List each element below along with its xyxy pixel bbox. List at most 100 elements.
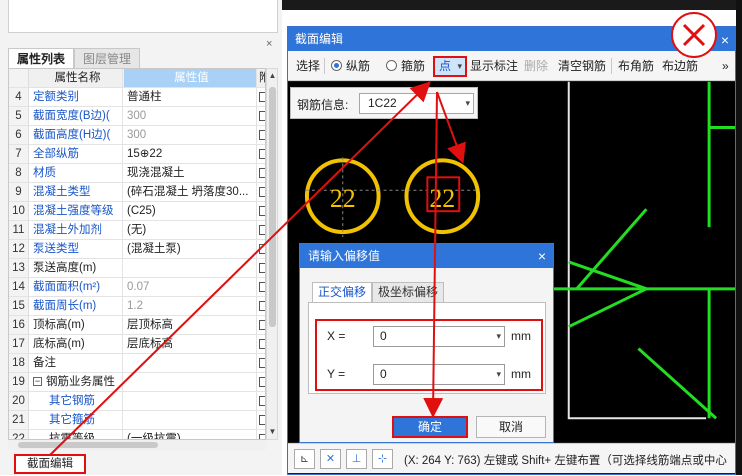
- table-row[interactable]: 9 混凝土类型 (碎石混凝土 坍落度30...: [9, 183, 265, 202]
- rebar-info-combo[interactable]: 1C22 ▾: [359, 93, 474, 114]
- offset-icon[interactable]: ⊹: [372, 449, 393, 469]
- chevron-down-icon[interactable]: ▾: [465, 94, 470, 113]
- more-icon[interactable]: »: [722, 58, 729, 74]
- vertical-scrollbar[interactable]: ▲ ▼: [266, 68, 278, 440]
- y-offset-input[interactable]: 0 ▾: [373, 364, 505, 385]
- longitudinal-radio[interactable]: 纵筋: [331, 58, 370, 74]
- table-row[interactable]: 4 定额类别 普通柱: [9, 88, 265, 107]
- table-row[interactable]: 16 顶标高(m) 层顶标高: [9, 316, 265, 335]
- property-value[interactable]: 0.07: [124, 278, 257, 296]
- checkbox-icon[interactable]: [259, 358, 265, 368]
- table-row[interactable]: 17 底标高(m) 层底标高: [9, 335, 265, 354]
- property-value[interactable]: 普通柱: [124, 88, 257, 106]
- close-icon[interactable]: ×: [538, 244, 546, 268]
- property-value[interactable]: [124, 392, 257, 410]
- collapse-icon[interactable]: −: [33, 377, 42, 387]
- horizontal-scrollbar[interactable]: [8, 440, 266, 450]
- property-value[interactable]: 层顶标高: [124, 316, 257, 334]
- cancel-button[interactable]: 取消: [476, 416, 546, 438]
- property-value[interactable]: 300: [124, 126, 257, 144]
- ok-button[interactable]: 确定: [392, 416, 468, 438]
- table-row[interactable]: 5 截面宽度(B边)(300: [9, 107, 265, 126]
- checkbox-icon[interactable]: [259, 111, 265, 121]
- attach-checkbox[interactable]: [259, 107, 265, 125]
- table-row[interactable]: 10 混凝土强度等级 (C25): [9, 202, 265, 221]
- perpendicular-icon[interactable]: ⊥: [346, 449, 367, 469]
- section-edit-title-bar[interactable]: 截面编辑 ×: [288, 27, 735, 51]
- attach-checkbox[interactable]: [259, 202, 265, 220]
- checkbox-icon[interactable]: [259, 377, 265, 387]
- edge-rebar-button[interactable]: 布边筋: [662, 58, 698, 74]
- clear-rebar-button[interactable]: 清空钢筋: [558, 58, 606, 74]
- section-edit-tab[interactable]: 截面编辑: [14, 454, 86, 474]
- property-value[interactable]: [124, 354, 257, 372]
- checkbox-icon[interactable]: [259, 244, 265, 254]
- close-badge-icon[interactable]: [671, 12, 717, 58]
- attach-checkbox[interactable]: [259, 88, 265, 106]
- dialog-title-bar[interactable]: 请输入偏移值 ×: [300, 244, 553, 268]
- table-row[interactable]: 13 泵送高度(m): [9, 259, 265, 278]
- stirrup-radio[interactable]: 箍筋: [386, 58, 425, 74]
- checkbox-icon[interactable]: [259, 282, 265, 292]
- checkbox-icon[interactable]: [259, 415, 265, 425]
- property-value[interactable]: 层底标高: [124, 335, 257, 353]
- table-row[interactable]: 15 截面周长(m) 1.2: [9, 297, 265, 316]
- checkbox-icon[interactable]: [259, 301, 265, 311]
- attach-checkbox[interactable]: [259, 297, 265, 315]
- ortho-icon[interactable]: ⊾: [294, 449, 315, 469]
- property-value[interactable]: (碎石混凝土 坍落度30...: [124, 183, 257, 201]
- property-value[interactable]: [124, 411, 257, 429]
- checkbox-icon[interactable]: [259, 168, 265, 178]
- checkbox-icon[interactable]: [259, 339, 265, 349]
- property-value[interactable]: 1.2: [124, 297, 257, 315]
- delete-button[interactable]: 删除: [524, 58, 548, 74]
- attach-checkbox[interactable]: [259, 164, 265, 182]
- property-value[interactable]: (一级抗震): [124, 430, 257, 439]
- attach-checkbox[interactable]: [259, 354, 265, 372]
- checkbox-icon[interactable]: [259, 320, 265, 330]
- x-offset-input[interactable]: 0 ▾: [373, 326, 505, 347]
- table-row[interactable]: 11 混凝土外加剂 (无): [9, 221, 265, 240]
- scroll-thumb-horizontal[interactable]: [18, 442, 158, 448]
- corner-rebar-button[interactable]: 布角筋: [618, 58, 654, 74]
- attach-checkbox[interactable]: [259, 126, 265, 144]
- table-row[interactable]: 18 备注: [9, 354, 265, 373]
- close-icon[interactable]: ×: [266, 38, 272, 50]
- table-row[interactable]: 12 泵送类型 (混凝土泵): [9, 240, 265, 259]
- checkbox-icon[interactable]: [259, 130, 265, 140]
- property-value[interactable]: 15⊕22: [124, 145, 257, 163]
- property-value[interactable]: 300: [124, 107, 257, 125]
- table-row[interactable]: 22 抗震等级 (一级抗震): [9, 430, 265, 439]
- attach-checkbox[interactable]: [259, 392, 265, 410]
- checkbox-icon[interactable]: [259, 149, 265, 159]
- table-row[interactable]: 8 材质 现浇混凝土: [9, 164, 265, 183]
- table-row[interactable]: 21 其它箍筋: [9, 411, 265, 430]
- property-value[interactable]: [124, 373, 257, 391]
- point-dropdown-button[interactable]: 点 ▾: [433, 56, 467, 77]
- attach-checkbox[interactable]: [259, 411, 265, 429]
- attach-checkbox[interactable]: [259, 145, 265, 163]
- checkbox-icon[interactable]: [259, 92, 265, 102]
- table-row[interactable]: 14 截面面积(m²) 0.07: [9, 278, 265, 297]
- property-value[interactable]: 现浇混凝土: [124, 164, 257, 182]
- checkbox-icon[interactable]: [259, 225, 265, 235]
- attach-checkbox[interactable]: [259, 373, 265, 391]
- tab-property-list[interactable]: 属性列表: [8, 48, 75, 68]
- attach-checkbox[interactable]: [259, 278, 265, 296]
- scroll-thumb[interactable]: [269, 87, 276, 327]
- scroll-down-icon[interactable]: ▼: [268, 427, 277, 436]
- attach-checkbox[interactable]: [259, 316, 265, 334]
- attach-checkbox[interactable]: [259, 259, 265, 277]
- attach-checkbox[interactable]: [259, 430, 265, 439]
- property-value[interactable]: (C25): [124, 202, 257, 220]
- tab-layer-management[interactable]: 图层管理: [74, 48, 141, 68]
- show-annotation-button[interactable]: 显示标注: [470, 58, 518, 74]
- property-value[interactable]: [124, 259, 257, 277]
- table-row[interactable]: 6 截面高度(H边)(300: [9, 126, 265, 145]
- property-value[interactable]: (无): [124, 221, 257, 239]
- attach-checkbox[interactable]: [259, 335, 265, 353]
- table-row[interactable]: 20 其它钢筋: [9, 392, 265, 411]
- attach-checkbox[interactable]: [259, 221, 265, 239]
- tab-polar-offset[interactable]: 极坐标偏移: [372, 282, 445, 302]
- snap-icon[interactable]: ✕: [320, 449, 341, 469]
